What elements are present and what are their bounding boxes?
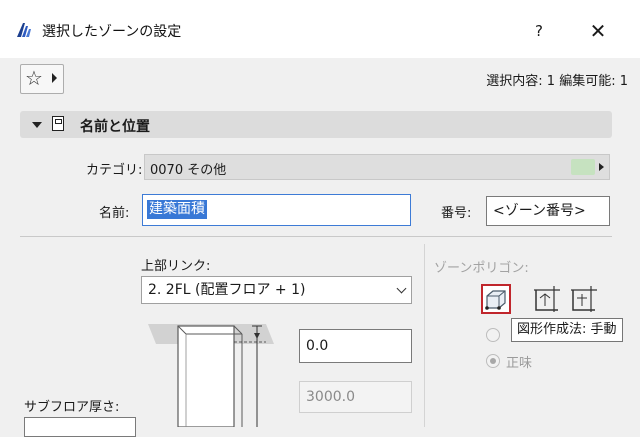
star-icon: ☆ [25,66,43,90]
door-tag-icon [52,116,64,131]
category-color-swatch [571,159,595,175]
close-button[interactable]: ✕ [580,16,616,46]
subfloor-input[interactable] [24,417,136,437]
zone-height-diagram [148,324,274,427]
category-label: カテゴリ: [86,163,143,178]
zone-polygon-label: ゾーンポリゴン: [434,261,529,276]
favorites-button[interactable]: ☆ [20,64,64,94]
triangle-right-icon[interactable] [599,163,604,171]
triangle-right-icon [52,73,57,83]
category-value: 0070 その他 [150,163,227,178]
selection-info: 選択内容: 1 編集可能: 1 [486,74,628,89]
upper-link-value: 2. 2FL (配置フロア + 1) [148,282,306,298]
tooltip: 図形作成法: 手動 [511,318,623,342]
divider [424,244,425,427]
number-input[interactable]: <ゾーン番号> [486,196,610,226]
offset-input[interactable]: 0.0 [299,329,412,363]
subfloor-label: サブフロア厚さ: [24,400,120,415]
height-input: 3000.0 [299,381,412,413]
manual-polygon-icon [485,290,506,310]
name-label: 名前: [99,206,130,221]
collapse-triangle-icon[interactable] [32,122,42,128]
manual-polygon-button[interactable] [481,284,511,314]
upper-link-select[interactable]: 2. 2FL (配置フロア + 1) [141,276,412,304]
room-polygon-icon [534,286,560,312]
app-logo-icon [17,23,31,37]
name-input-value[interactable]: 建築面積 [147,200,207,219]
gross-polygon-button[interactable] [569,284,599,314]
number-label: 番号: [441,206,472,221]
radio-net-label: 正味 [506,356,533,371]
gross-polygon-icon [571,286,597,312]
room-polygon-button[interactable] [532,284,562,314]
chevron-down-icon [396,283,407,294]
section-title: 名前と位置 [80,119,150,135]
upper-link-label: 上部リンク: [141,259,211,274]
help-button[interactable]: ? [522,16,556,46]
radio-net[interactable] [486,354,500,368]
divider [20,236,612,237]
dialog-title: 選択したゾーンの設定 [42,24,182,40]
radio-gross[interactable] [486,328,500,342]
